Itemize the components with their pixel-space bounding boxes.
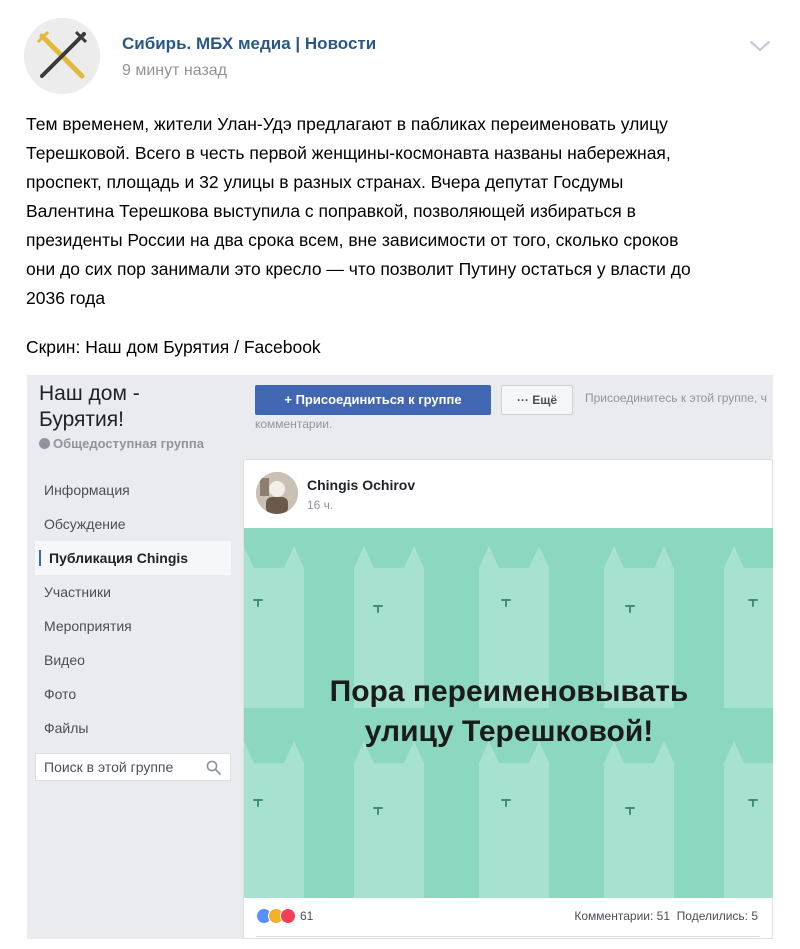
fb-group-type: Общедоступная группа bbox=[39, 436, 204, 451]
post-body: Тем временем, жители Улан-Удэ предлагают… bbox=[26, 114, 691, 308]
fb-join-hint: Присоединитесь к этой группе, ч bbox=[585, 391, 767, 405]
post-timestamp[interactable]: 9 минут назад bbox=[122, 62, 227, 80]
fb-image-headline: Пора переименовывать улицу Терешковой! bbox=[329, 675, 689, 748]
fb-group-type-label: Общедоступная группа bbox=[53, 436, 204, 451]
fb-post-card: Chingis Ochirov 16 ч. Пора переименовыва… bbox=[243, 459, 773, 939]
fb-nav-item-info: Информация bbox=[44, 482, 130, 498]
community-avatar[interactable] bbox=[24, 18, 100, 94]
fb-post-author: Chingis Ochirov bbox=[307, 477, 416, 493]
fb-group-main: + Присоединиться к группе ··· Ещё Присое… bbox=[243, 375, 773, 939]
community-name-link[interactable]: Сибирь. МБХ медиа | Новости bbox=[122, 34, 376, 54]
fb-comments-count: Комментарии: 51 bbox=[574, 909, 670, 923]
fb-nav-item-members: Участники bbox=[44, 584, 111, 600]
fb-nav-item-files: Файлы bbox=[44, 720, 89, 736]
fb-group-search: Поиск в этой группе bbox=[35, 753, 231, 781]
fb-post-image: Пора переименовывать улицу Терешковой! bbox=[244, 528, 773, 898]
fb-nav-item-photo: Фото bbox=[44, 686, 77, 702]
search-icon bbox=[206, 760, 221, 775]
fb-search-placeholder: Поиск в этой группе bbox=[44, 759, 174, 775]
crossed-swords-logo-icon bbox=[24, 18, 100, 94]
fb-reactions-count: 61 bbox=[300, 909, 314, 923]
fb-shares-count: Поделились: 5 bbox=[676, 909, 758, 923]
love-reaction-icon bbox=[280, 908, 296, 924]
globe-icon bbox=[39, 438, 50, 449]
fb-join-group-button: + Присоединиться к группе bbox=[255, 385, 491, 415]
fb-nav-item-discussion: Обсуждение bbox=[44, 516, 126, 532]
fb-nav-item-events: Мероприятия bbox=[44, 618, 132, 634]
fb-more-button: ··· Ещё bbox=[501, 385, 573, 415]
fb-post-time: 16 ч. bbox=[307, 498, 334, 512]
fb-group-nav: Информация Обсуждение Публикация Chingis… bbox=[35, 473, 231, 745]
facebook-screenshot[interactable]: Наш дом - Бурятия! Общедоступная группа … bbox=[27, 375, 773, 939]
post-text: Тем временем, жители Улан-Удэ предлагают… bbox=[26, 110, 766, 313]
image-source-caption: Скрин: Наш дом Бурятия / Facebook bbox=[26, 337, 321, 357]
divider bbox=[256, 936, 760, 937]
fb-group-name: Наш дом - Бурятия! bbox=[39, 382, 140, 431]
fb-nav-item-publication: Публикация Chingis bbox=[35, 541, 231, 575]
fb-engagement-counts: Комментарии: 51 Поделились: 5 bbox=[574, 909, 758, 923]
fb-group-sidebar: Наш дом - Бурятия! Общедоступная группа … bbox=[27, 375, 235, 939]
post-header: Сибирь. МБХ медиа | Новости 9 минут наза… bbox=[24, 16, 776, 96]
fb-author-avatar bbox=[256, 472, 298, 514]
fb-join-hint-continued: комментарии. bbox=[255, 417, 333, 431]
chevron-down-icon[interactable] bbox=[748, 38, 772, 54]
fb-nav-item-video: Видео bbox=[44, 652, 85, 668]
